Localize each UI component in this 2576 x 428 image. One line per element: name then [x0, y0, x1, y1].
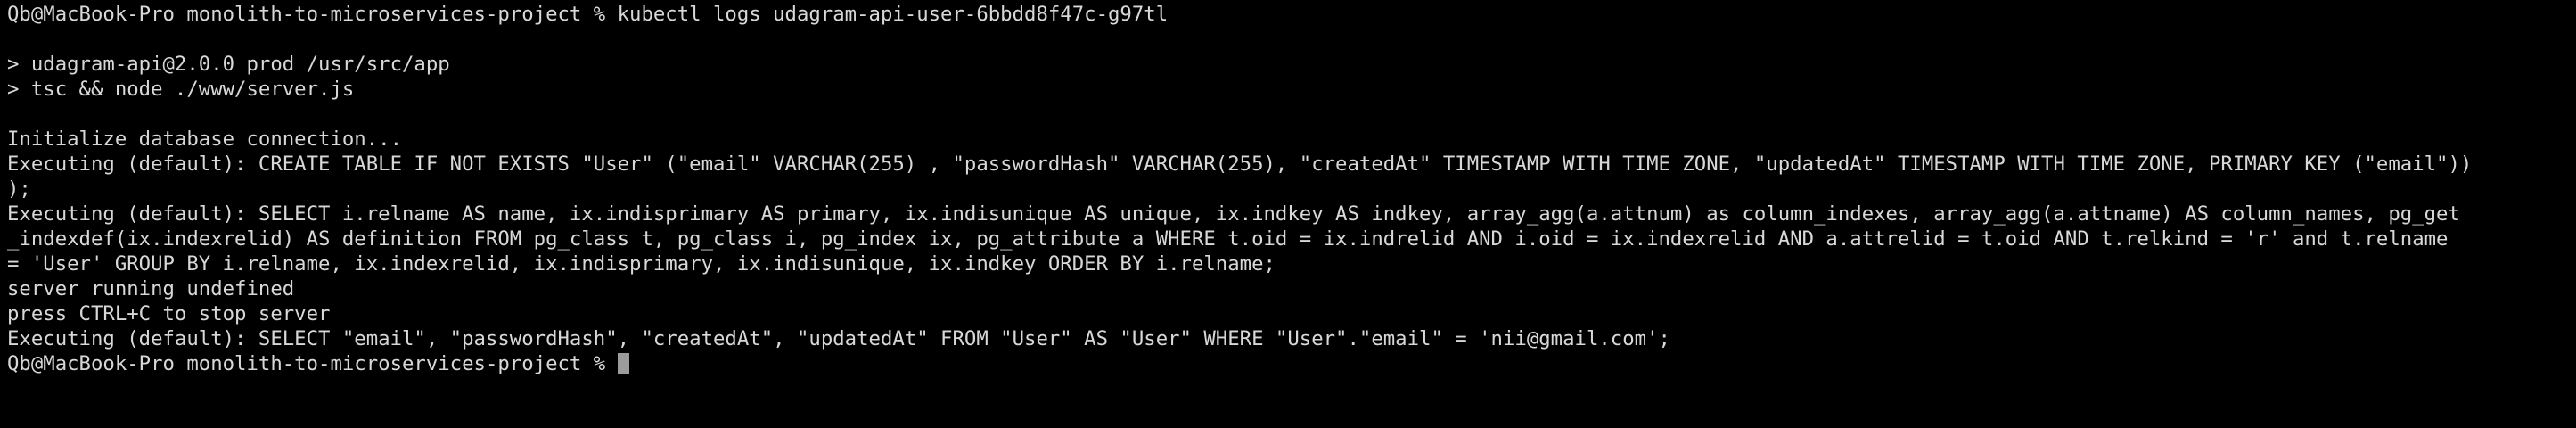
terminal-line: = 'User' GROUP BY i.relname, ix.indexrel… — [7, 252, 1276, 276]
terminal-line: Qb@MacBook-Pro monolith-to-microservices… — [7, 3, 1169, 26]
terminal-line: Executing (default): CREATE TABLE IF NOT… — [7, 152, 2473, 176]
text-cursor — [617, 353, 629, 374]
terminal-line: _indexdef(ix.indexrelid) AS definition F… — [7, 227, 2449, 251]
terminal-line: press CTRL+C to stop server — [7, 302, 331, 325]
terminal-line: server running undefined — [7, 277, 295, 300]
terminal-line: > tsc && node ./www/server.js — [7, 78, 355, 101]
terminal-prompt-line[interactable]: Qb@MacBook-Pro monolith-to-microservices… — [7, 351, 629, 376]
terminal-line: ); — [7, 177, 31, 201]
terminal-prompt: Qb@MacBook-Pro monolith-to-microservices… — [7, 352, 618, 375]
terminal-line: Initialize database connection... — [7, 128, 402, 151]
terminal-line: Executing (default): SELECT i.relname AS… — [7, 202, 2460, 226]
terminal-window[interactable]: Qb@MacBook-Pro monolith-to-microservices… — [0, 0, 2576, 428]
terminal-line: Executing (default): SELECT "email", "pa… — [7, 327, 1670, 350]
terminal-line: > udagram-api@2.0.0 prod /usr/src/app — [7, 53, 450, 76]
